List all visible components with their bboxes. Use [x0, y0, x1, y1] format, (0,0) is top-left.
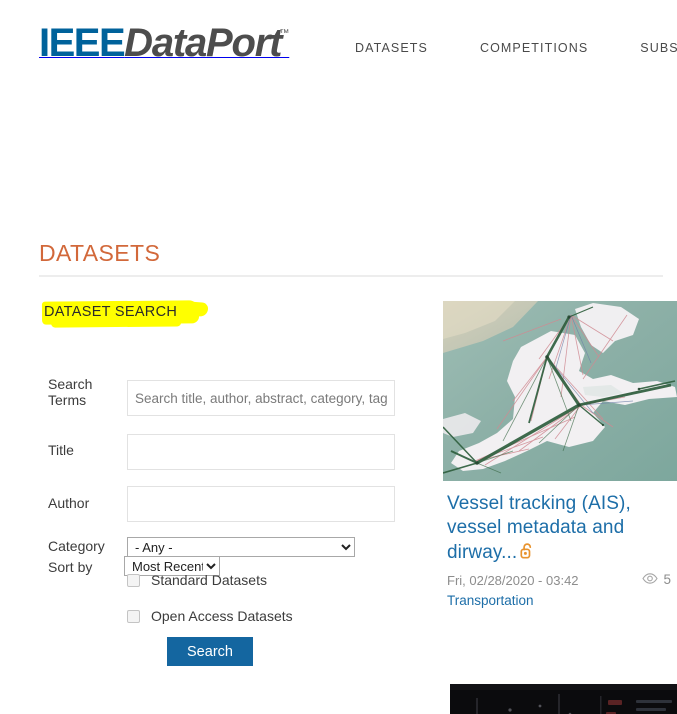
checkbox-open-access-datasets[interactable] — [127, 609, 140, 623]
result-card-partial — [450, 684, 677, 714]
category-select[interactable]: - Any - — [127, 537, 355, 557]
logo-ieee-text: IEEE — [39, 21, 126, 65]
label-search-terms-line1: Search — [48, 376, 93, 392]
search-results-column: Vessel tracking (AIS), vessel metadata a… — [443, 301, 677, 610]
nav-item-datasets[interactable]: DATASETS — [355, 41, 428, 55]
checkbox-label-standard-datasets: Standard Datasets — [151, 572, 267, 588]
label-search-terms-line2: Terms — [48, 392, 87, 409]
result-thumbnail-dark[interactable] — [450, 684, 677, 714]
checkbox-row-open-access-datasets[interactable]: Open Access Datasets — [127, 608, 293, 624]
trademark-symbol: ™ — [279, 27, 290, 39]
result-title-link[interactable]: Vessel tracking (AIS), vessel metadata a… — [447, 492, 671, 568]
title-input[interactable] — [127, 434, 395, 470]
search-terms-input[interactable] — [127, 380, 395, 416]
title-divider — [39, 275, 663, 277]
result-card: Vessel tracking (AIS), vessel metadata a… — [443, 301, 677, 610]
result-views: 5 — [642, 572, 671, 587]
main-navigation: DATASETS COMPETITIONS SUBSCRIBE — [355, 41, 677, 55]
dataset-search-heading-wrap: DATASET SEARCH — [39, 300, 411, 330]
nav-item-competitions[interactable]: COMPETITIONS — [480, 41, 588, 55]
dark-dataset-image — [450, 684, 677, 714]
label-sort-by: Sort by — [48, 559, 93, 575]
site-header: IEEEDataPort™ DATASETS COMPETITIONS SUBS… — [0, 0, 677, 100]
dataset-search-heading: DATASET SEARCH — [44, 304, 178, 320]
site-logo[interactable]: IEEEDataPort™ — [39, 23, 291, 63]
page-title: DATASETS — [39, 240, 161, 266]
label-search-terms: Search Terms — [48, 376, 92, 408]
checkbox-standard-datasets[interactable] — [127, 573, 140, 587]
result-meta-row: Fri, 02/28/2020 - 03:42 5 — [447, 572, 677, 590]
vessel-tracking-map-image — [443, 301, 677, 481]
result-views-count: 5 — [663, 571, 671, 587]
eye-icon — [642, 572, 659, 587]
label-category: Category — [48, 538, 105, 554]
search-submit-button[interactable]: Search — [167, 637, 253, 666]
dataset-search-panel: DATASET SEARCH Search Terms Title Author… — [39, 300, 411, 666]
logo-dataport-text: DataPort — [124, 21, 282, 65]
nav-item-subscribe[interactable]: SUBSCRIBE — [640, 41, 677, 55]
result-date: Fri, 02/28/2020 - 03:42 — [447, 572, 579, 588]
author-input[interactable] — [127, 486, 395, 522]
result-category-link[interactable]: Transportation — [447, 593, 534, 608]
result-thumbnail-vessel-map[interactable] — [443, 301, 677, 481]
open-lock-icon — [520, 542, 535, 568]
checkbox-row-standard-datasets[interactable]: Standard Datasets — [127, 572, 267, 588]
checkbox-label-open-access-datasets: Open Access Datasets — [151, 608, 293, 624]
label-author: Author — [48, 495, 90, 511]
result-title-text: Vessel tracking (AIS), vessel metadata a… — [447, 493, 631, 563]
label-title: Title — [48, 442, 74, 458]
